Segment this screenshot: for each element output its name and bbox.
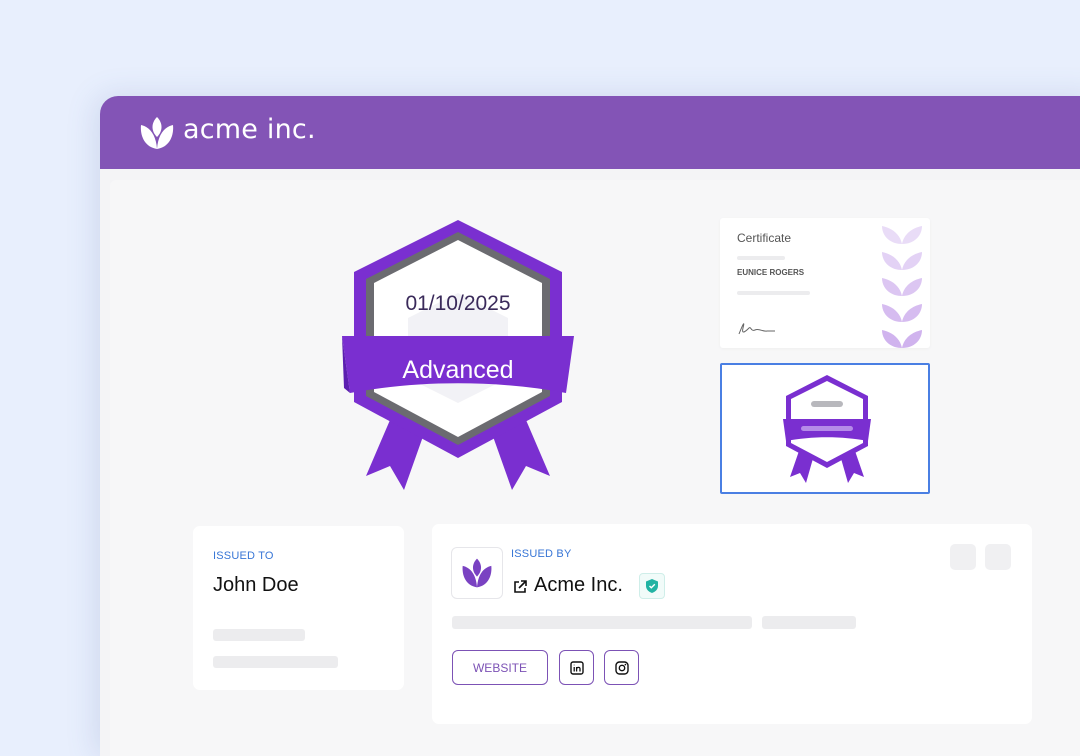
brand-name[interactable]: acme inc. (183, 114, 316, 145)
skeleton-line (737, 291, 810, 295)
issued-to-card: ISSUED TO John Doe (193, 526, 404, 690)
linkedin-button[interactable] (559, 650, 594, 685)
verified-shield-icon (639, 573, 665, 599)
linkedin-icon (569, 660, 584, 675)
signature-icon (738, 323, 775, 335)
skeleton-line (452, 616, 752, 629)
skeleton-line (737, 256, 785, 260)
website-button[interactable]: WEBSITE (452, 650, 548, 685)
website-button-label: WEBSITE (472, 660, 527, 675)
skeleton-line (213, 656, 338, 668)
badge-thumbnail[interactable] (720, 363, 930, 494)
external-link-icon[interactable] (512, 579, 528, 595)
issued-to-label: ISSUED TO (213, 550, 274, 562)
issued-by-card: ISSUED BY Acme Inc. WEBSITE (432, 524, 1032, 724)
badge-level: Advanced (402, 356, 513, 384)
action-placeholder[interactable] (985, 544, 1011, 570)
leaf-stack-icon (882, 226, 922, 348)
skeleton-line (762, 616, 856, 629)
certificate-recipient: EUNICE ROGERS (737, 268, 805, 277)
instagram-button[interactable] (604, 650, 639, 685)
badge-mini-icon (783, 375, 871, 483)
issuer-logo (451, 547, 503, 599)
certificate-thumbnail[interactable]: Certificate EUNICE ROGERS (720, 218, 930, 348)
achievement-badge: 01/10/2025 Advanced (342, 220, 574, 490)
recipient-name: John Doe (213, 574, 299, 596)
top-bar: acme inc. (100, 96, 1080, 169)
badge-date: 01/10/2025 (405, 292, 510, 315)
acme-leaf-logo-icon[interactable] (138, 115, 176, 151)
issued-by-label: ISSUED BY (511, 548, 572, 560)
acme-leaf-logo-icon (462, 558, 492, 588)
instagram-icon (614, 660, 629, 675)
certificate-title: Certificate (737, 231, 792, 245)
issuer-name[interactable]: Acme Inc. (534, 574, 623, 597)
skeleton-line (213, 629, 305, 641)
action-placeholder[interactable] (950, 544, 976, 570)
